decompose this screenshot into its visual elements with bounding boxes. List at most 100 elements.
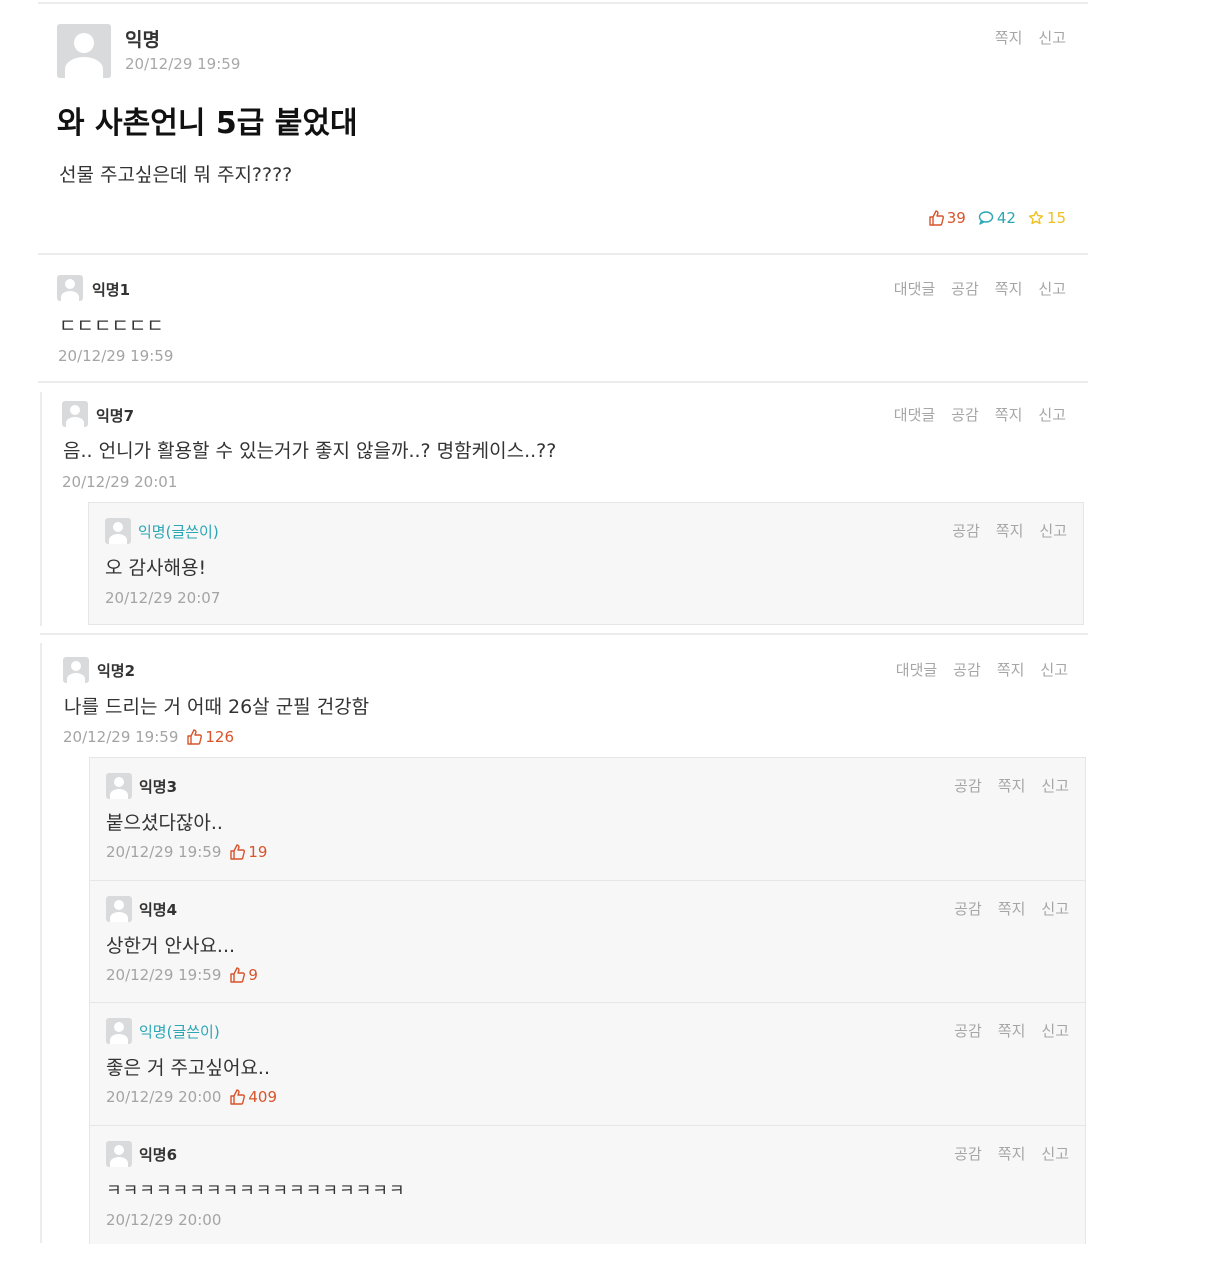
reply-avatar <box>106 896 132 922</box>
comment-author: 익명2 <box>97 662 136 680</box>
thumbs-up-icon <box>230 844 246 860</box>
reply-text: 오 감사해용! <box>105 557 207 579</box>
comment-text: 음.. 언니가 활용할 수 있는거가 좋지 않을까..? 명함케이스..?? <box>63 440 557 462</box>
reply-author: 익명6 <box>139 1146 178 1164</box>
reply-actions: 공감 쪽지 신고 <box>954 1020 1069 1041</box>
reply-text: 붙으셨다잖아.. <box>106 812 223 834</box>
comment-date: 20/12/29 19:59 <box>58 347 174 365</box>
comment-date: 20/12/29 20:01 <box>62 473 178 491</box>
like-button[interactable]: 공감 <box>954 1143 982 1164</box>
thread-line <box>40 392 42 626</box>
reply-button[interactable]: 대댓글 <box>894 404 935 425</box>
comment-author: 익명7 <box>96 407 135 425</box>
like-button[interactable]: 공감 <box>951 404 979 425</box>
post-message-button[interactable]: 쪽지 <box>995 27 1023 48</box>
comment-text: ㄷㄷㄷㄷㄷㄷ <box>59 315 164 337</box>
reply-meta: 20/12/29 20:00 409 <box>106 1088 277 1106</box>
top-divider <box>38 2 1088 4</box>
report-button[interactable]: 신고 <box>1039 520 1067 541</box>
reply-avatar <box>105 518 131 544</box>
comment-actions: 대댓글 공감 쪽지 신고 <box>894 278 1066 299</box>
message-button[interactable]: 쪽지 <box>998 1143 1026 1164</box>
message-button[interactable]: 쪽지 <box>997 659 1025 680</box>
reply-actions: 공감 쪽지 신고 <box>954 1143 1069 1164</box>
reply-date: 20/12/29 20:07 <box>105 589 221 607</box>
reply-avatar <box>106 1018 132 1044</box>
reply-date: 20/12/29 19:59 <box>106 843 222 861</box>
post-scrap-stat[interactable]: 15 <box>1028 209 1066 227</box>
reply-date: 20/12/29 20:00 <box>106 1211 222 1229</box>
comment-divider <box>38 381 1088 383</box>
reply-date: 20/12/29 20:00 <box>106 1088 222 1106</box>
reply-item: 익명(글쓴이) 공감 쪽지 신고 오 감사해용! 20/12/29 20:07 <box>88 502 1084 625</box>
post-comment-stat[interactable]: 42 <box>978 209 1016 227</box>
reply-author: 익명3 <box>139 778 178 796</box>
report-button[interactable]: 신고 <box>1041 1143 1069 1164</box>
reply-item: 익명(글쓴이) 공감 쪽지 신고 좋은 거 주고싶어요.. 20/12/29 2… <box>89 1002 1086 1126</box>
post-report-button[interactable]: 신고 <box>1038 27 1066 48</box>
reply-text: ㅋㅋㅋㅋㅋㅋㅋㅋㅋㅋㅋㅋㅋㅋㅋㅋㅋㅋ <box>106 1181 406 1201</box>
like-button[interactable]: 공감 <box>951 278 979 299</box>
thumbs-up-icon <box>230 1089 246 1105</box>
reply-like-count: 9 <box>229 966 258 984</box>
message-button[interactable]: 쪽지 <box>995 404 1023 425</box>
reply-date: 20/12/29 19:59 <box>106 966 222 984</box>
comment-meta: 20/12/29 19:59 126 <box>63 728 234 746</box>
reply-actions: 공감 쪽지 신고 <box>954 898 1069 919</box>
post-stats: 39 42 15 <box>928 209 1066 227</box>
reply-button[interactable]: 대댓글 <box>894 278 935 299</box>
reply-like-count: 409 <box>229 1088 277 1106</box>
reply-like-count: 19 <box>229 843 267 861</box>
reply-meta: 20/12/29 20:07 <box>105 589 220 607</box>
report-button[interactable]: 신고 <box>1041 775 1069 796</box>
like-button[interactable]: 공감 <box>954 775 982 796</box>
message-button[interactable]: 쪽지 <box>998 898 1026 919</box>
thread-line <box>40 643 42 1243</box>
reply-author: 익명4 <box>139 901 178 919</box>
comment-text: 나를 드리는 거 어때 26살 군필 건강함 <box>64 696 370 718</box>
reply-button[interactable]: 대댓글 <box>896 659 937 680</box>
message-button[interactable]: 쪽지 <box>998 1020 1026 1041</box>
post-like-stat[interactable]: 39 <box>928 209 966 227</box>
comment-actions: 대댓글 공감 쪽지 신고 <box>894 404 1066 425</box>
like-button[interactable]: 공감 <box>952 520 980 541</box>
report-button[interactable]: 신고 <box>1038 278 1066 299</box>
reply-author-op: 익명(글쓴이) <box>139 1023 220 1041</box>
like-button[interactable]: 공감 <box>954 1020 982 1041</box>
reply-avatar <box>106 1141 132 1167</box>
reply-avatar <box>106 773 132 799</box>
comment-avatar <box>57 275 83 301</box>
post-divider <box>38 253 1088 255</box>
message-button[interactable]: 쪽지 <box>998 775 1026 796</box>
report-button[interactable]: 신고 <box>1040 659 1068 680</box>
comment-meta: 20/12/29 20:01 <box>62 473 177 491</box>
reply-text: 상한거 안사요... <box>106 935 236 957</box>
report-button[interactable]: 신고 <box>1041 1020 1069 1041</box>
reply-text: 좋은 거 주고싶어요.. <box>106 1057 270 1079</box>
reply-meta: 20/12/29 20:00 <box>106 1211 221 1229</box>
comment-avatar <box>62 401 88 427</box>
comment-like-count: 126 <box>186 728 234 746</box>
reply-author-op: 익명(글쓴이) <box>138 523 219 541</box>
report-button[interactable]: 신고 <box>1038 404 1066 425</box>
message-button[interactable]: 쪽지 <box>996 520 1024 541</box>
like-button[interactable]: 공감 <box>953 659 981 680</box>
thumbs-up-icon <box>929 210 944 226</box>
post-actions: 쪽지 신고 <box>995 27 1066 48</box>
comment-avatar <box>63 657 89 683</box>
post-title: 와 사촌언니 5급 붙었대 <box>57 106 358 141</box>
star-icon <box>1028 210 1044 225</box>
post-body: 선물 주고싶은데 뭐 주지???? <box>59 164 293 186</box>
comment-bubble-icon <box>978 211 994 225</box>
message-button[interactable]: 쪽지 <box>995 278 1023 299</box>
comment-divider <box>40 633 1088 635</box>
reply-item: 익명6 공감 쪽지 신고 ㅋㅋㅋㅋㅋㅋㅋㅋㅋㅋㅋㅋㅋㅋㅋㅋㅋㅋ 20/12/29… <box>89 1125 1086 1244</box>
reply-item: 익명3 공감 쪽지 신고 붙으셨다잖아.. 20/12/29 19:59 19 <box>89 757 1086 881</box>
comment-meta: 20/12/29 19:59 <box>58 347 173 365</box>
post-author-name: 익명 <box>125 29 160 51</box>
report-button[interactable]: 신고 <box>1041 898 1069 919</box>
like-button[interactable]: 공감 <box>954 898 982 919</box>
post-author-avatar <box>57 24 111 78</box>
post-date: 20/12/29 19:59 <box>125 55 241 73</box>
reply-meta: 20/12/29 19:59 19 <box>106 843 267 861</box>
